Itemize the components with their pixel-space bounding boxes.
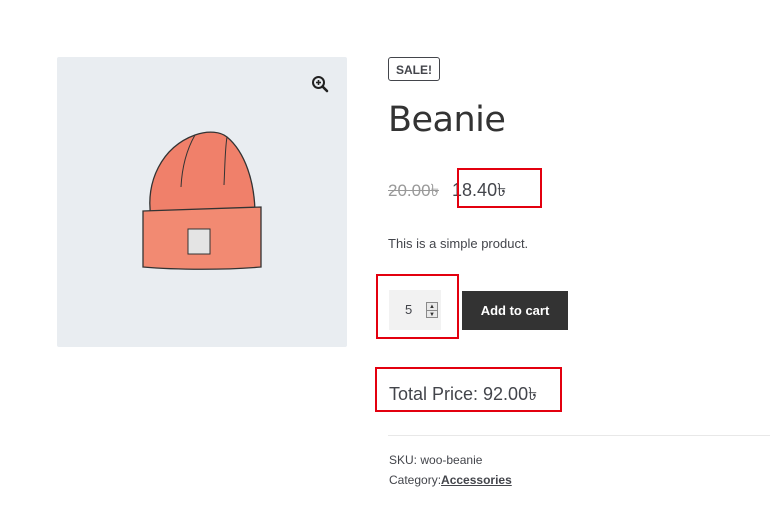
regular-price: 20.00৳ bbox=[388, 181, 440, 200]
product-title: Beanie bbox=[388, 100, 506, 140]
sale-badge: SALE! bbox=[388, 57, 440, 81]
product-image-beanie[interactable] bbox=[137, 127, 267, 277]
add-to-cart-button[interactable]: Add to cart bbox=[462, 291, 568, 330]
product-category: Category:Accessories bbox=[389, 473, 512, 487]
divider bbox=[388, 435, 770, 436]
product-gallery bbox=[57, 57, 347, 347]
highlight-box-quantity bbox=[376, 274, 459, 339]
highlight-box-total bbox=[375, 367, 562, 412]
zoom-in-icon[interactable] bbox=[311, 75, 329, 93]
product-description: This is a simple product. bbox=[388, 236, 529, 251]
sku-label: SKU: bbox=[389, 453, 418, 467]
highlight-box-price bbox=[457, 168, 542, 208]
category-label: Category: bbox=[389, 473, 442, 487]
category-link[interactable]: Accessories bbox=[441, 473, 512, 487]
sku-value: woo-beanie bbox=[420, 453, 483, 467]
product-sku: SKU: woo-beanie bbox=[389, 453, 482, 467]
